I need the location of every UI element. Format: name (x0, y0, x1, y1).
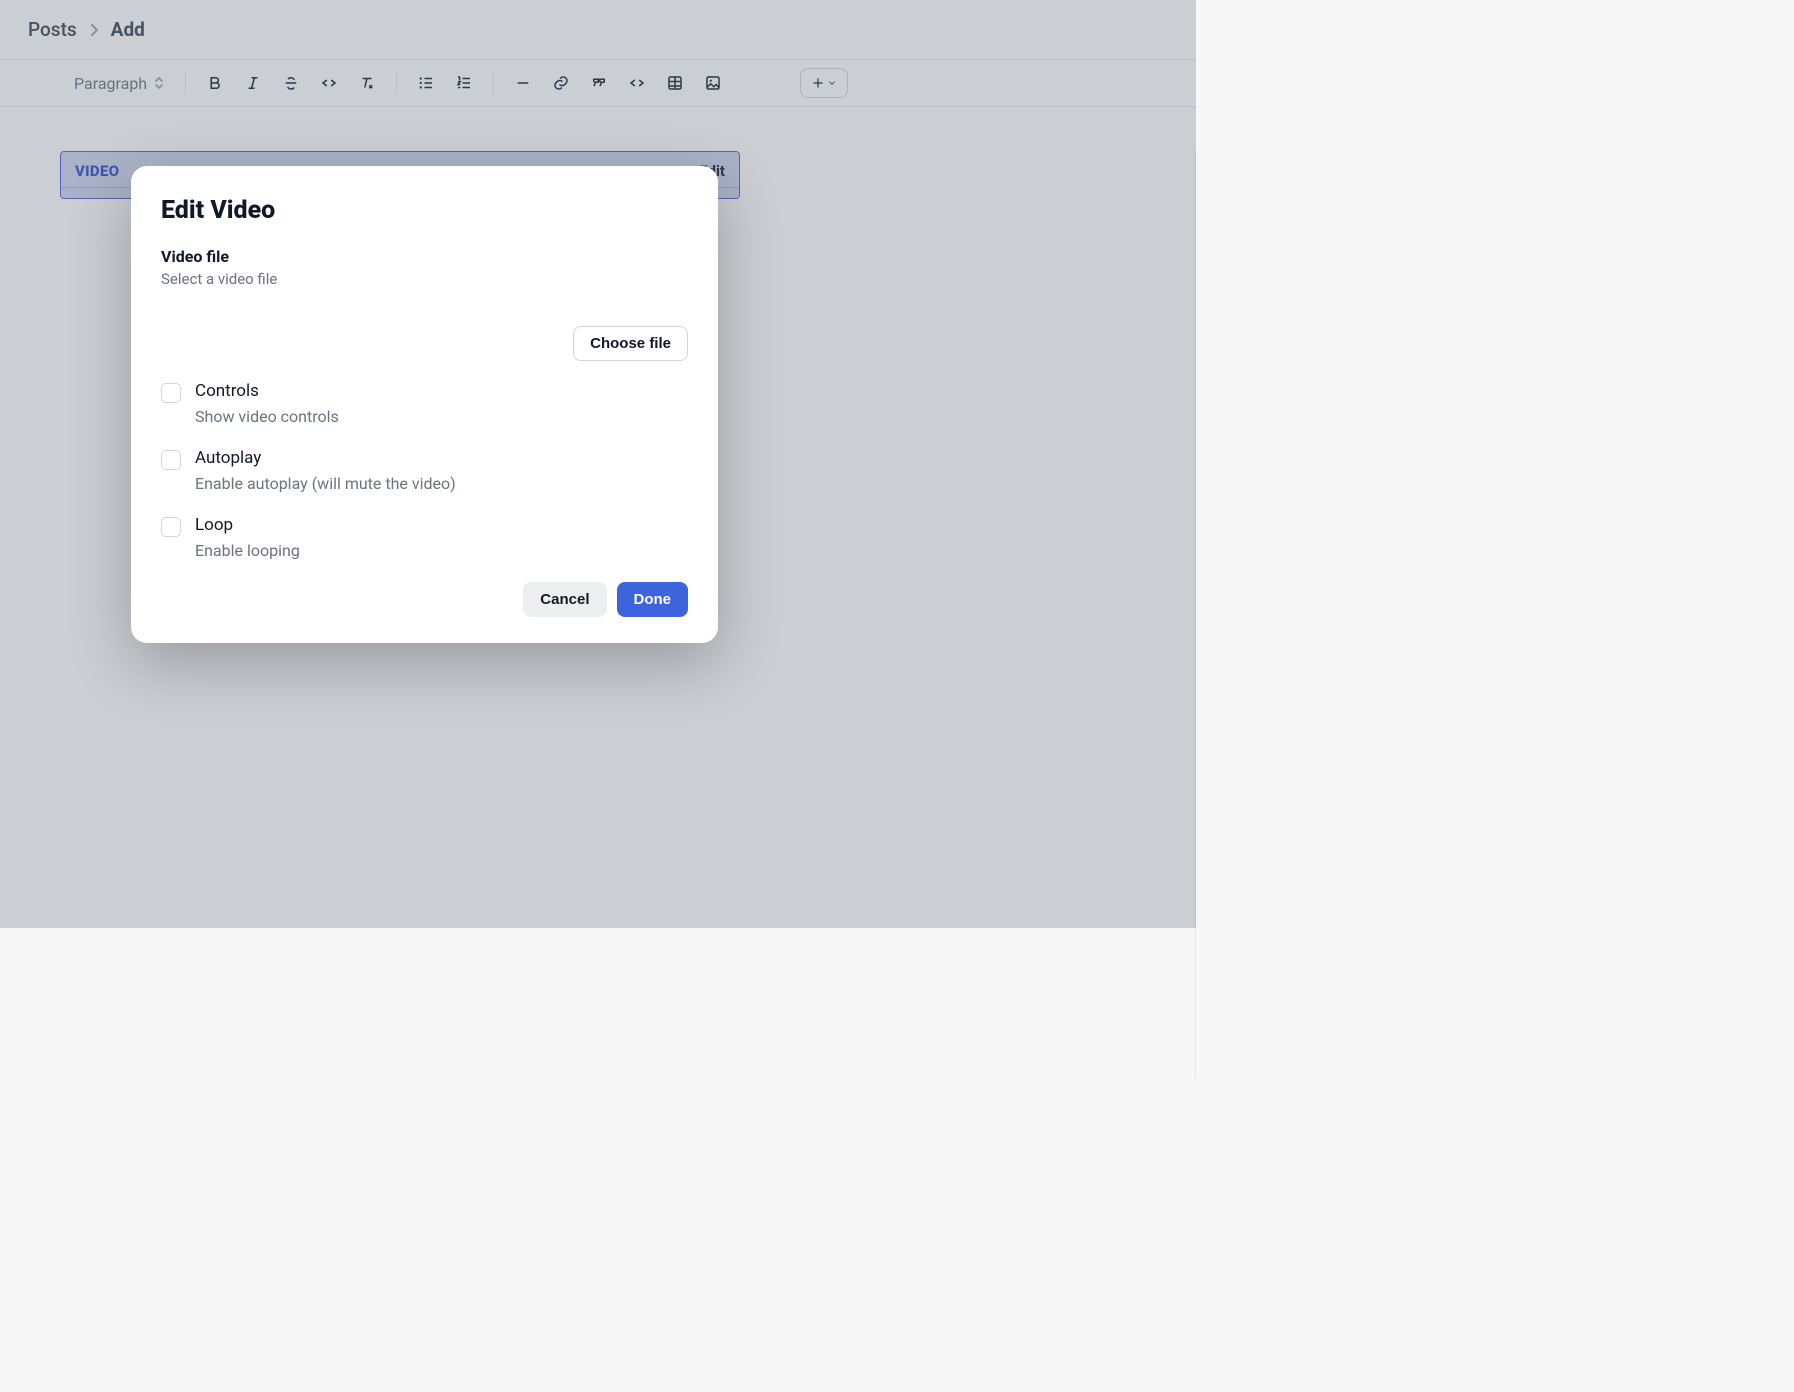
loop-option: Loop Enable looping (161, 515, 688, 560)
controls-checkbox[interactable] (161, 383, 181, 403)
loop-help: Enable looping (195, 541, 300, 560)
video-file-help: Select a video file (161, 270, 688, 288)
controls-help: Show video controls (195, 407, 339, 426)
autoplay-label: Autoplay (195, 448, 456, 468)
loop-label: Loop (195, 515, 300, 535)
modal-title: Edit Video (161, 196, 688, 225)
choose-file-button[interactable]: Choose file (573, 326, 688, 361)
edit-video-modal: Edit Video Video file Select a video fil… (131, 166, 718, 643)
loop-checkbox[interactable] (161, 517, 181, 537)
done-button[interactable]: Done (617, 582, 689, 617)
controls-label: Controls (195, 381, 339, 401)
autoplay-option: Autoplay Enable autoplay (will mute the … (161, 448, 688, 493)
cancel-button[interactable]: Cancel (523, 582, 606, 617)
autoplay-help: Enable autoplay (will mute the video) (195, 474, 456, 493)
autoplay-checkbox[interactable] (161, 450, 181, 470)
video-file-label: Video file (161, 247, 688, 266)
controls-option: Controls Show video controls (161, 381, 688, 426)
